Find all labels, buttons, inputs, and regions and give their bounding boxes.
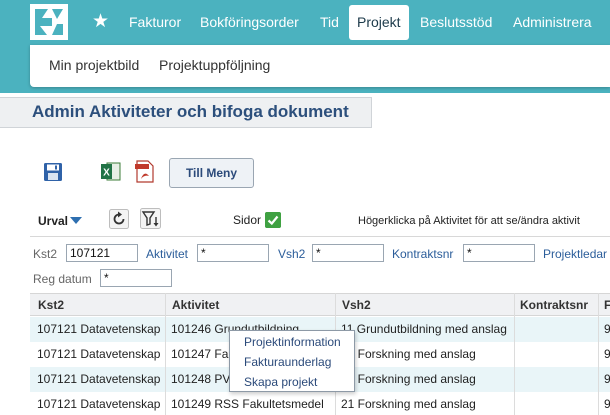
- menu-item-fakturaunderlag[interactable]: Fakturaunderlag: [244, 355, 331, 369]
- cell-kst2: 107121 Datavetenskap: [37, 347, 161, 361]
- cell-vsh2: 21 Forskning med anslag: [341, 372, 476, 386]
- cell-aktivitet[interactable]: 101249 RSS Fakultetsmedel: [171, 397, 331, 411]
- cell-vsh2: 11 Grundutbildning med anslag: [341, 322, 507, 336]
- column-header-kontraktsnr[interactable]: Kontraktsnr: [520, 298, 588, 312]
- table-header: Kst2 Aktivitet Vsh2 Kontraktsnr F: [30, 293, 610, 316]
- nav-projekt[interactable]: Projekt: [349, 5, 409, 40]
- cell-f: 9: [604, 322, 610, 336]
- cell-kst2: 107121 Datavetenskap: [37, 397, 161, 411]
- table-row[interactable]: 107121 Datavetenskap 101249 RSS Fakultet…: [30, 392, 610, 415]
- nav-beslutsstod[interactable]: Beslutsstöd: [420, 0, 492, 45]
- pdf-icon[interactable]: [134, 160, 155, 183]
- column-header-vsh2[interactable]: Vsh2: [342, 298, 371, 312]
- cell-kst2: 107121 Datavetenskap: [37, 372, 161, 386]
- urval-label[interactable]: Urval: [38, 214, 68, 228]
- top-navbar: ★ Fakturor Bokföringsorder Tid Projekt B…: [0, 0, 610, 45]
- column-header-f[interactable]: F: [604, 298, 610, 312]
- till-meny-button[interactable]: Till Meny: [169, 158, 254, 188]
- projektledare-label: Projektledar: [543, 247, 608, 261]
- kst2-label: Kst2: [33, 247, 58, 261]
- vsh2-input[interactable]: [312, 244, 384, 262]
- refresh-icon[interactable]: [109, 209, 129, 229]
- menu-item-projektinformation[interactable]: Projektinformation: [244, 335, 341, 349]
- cell-kst2: 107121 Datavetenskap: [37, 322, 161, 336]
- cell-f: 9: [604, 372, 610, 386]
- page-title-box: Admin Aktiviteter och bifoga dokument: [0, 97, 372, 128]
- nav-fakturor[interactable]: Fakturor: [129, 0, 181, 45]
- logo-icon[interactable]: [30, 4, 68, 40]
- excel-icon[interactable]: X: [100, 161, 121, 182]
- hint-text: Högerklicka på Aktivitet för att se/ändr…: [358, 215, 580, 227]
- aktivitet-label: Aktivitet: [146, 247, 189, 261]
- menu-item-skapa-projekt[interactable]: Skapa projekt: [244, 375, 317, 389]
- column-divider: [598, 293, 599, 415]
- page-title: Admin Aktiviteter och bifoga dokument: [32, 102, 349, 121]
- cell-f: 9: [604, 397, 610, 411]
- kontraktsnr-input[interactable]: [463, 244, 535, 262]
- filter-icon[interactable]: [140, 208, 161, 229]
- cell-f: 9: [604, 347, 610, 361]
- column-header-kst2[interactable]: Kst2: [38, 298, 64, 312]
- save-icon[interactable]: [43, 162, 63, 182]
- aktivitet-input[interactable]: [197, 244, 269, 262]
- regdatum-label: Reg datum: [33, 272, 92, 286]
- subnav-projektuppfoljning[interactable]: Projektuppföljning: [159, 57, 270, 73]
- column-divider: [165, 293, 166, 415]
- divider: [30, 236, 610, 237]
- svg-text:X: X: [103, 168, 110, 179]
- cell-vsh2: 21 Forskning med anslag: [341, 397, 476, 411]
- sidor-label: Sidor: [233, 213, 262, 227]
- vsh2-label: Vsh2: [278, 247, 306, 261]
- column-divider: [514, 293, 515, 415]
- sidor-checkbox[interactable]: [265, 212, 281, 228]
- kst2-input[interactable]: [66, 244, 138, 262]
- subnav-min-projektbild[interactable]: Min projektbild: [49, 57, 139, 73]
- nav-tid[interactable]: Tid: [320, 0, 339, 45]
- cell-vsh2: 21 Forskning med anslag: [341, 347, 476, 361]
- context-menu: Projektinformation Fakturaunderlag Skapa…: [229, 330, 355, 392]
- column-header-aktivitet[interactable]: Aktivitet: [172, 298, 219, 312]
- star-icon[interactable]: ★: [92, 10, 109, 34]
- nav-bokforingsorder[interactable]: Bokföringsorder: [200, 0, 299, 45]
- subnav: Min projektbild Projektuppföljning: [30, 45, 610, 87]
- nav-administrera[interactable]: Administrera: [513, 0, 592, 45]
- chevron-down-icon[interactable]: [70, 217, 82, 224]
- regdatum-input[interactable]: [100, 269, 172, 287]
- kontraktsnr-label: Kontraktsnr: [392, 247, 454, 261]
